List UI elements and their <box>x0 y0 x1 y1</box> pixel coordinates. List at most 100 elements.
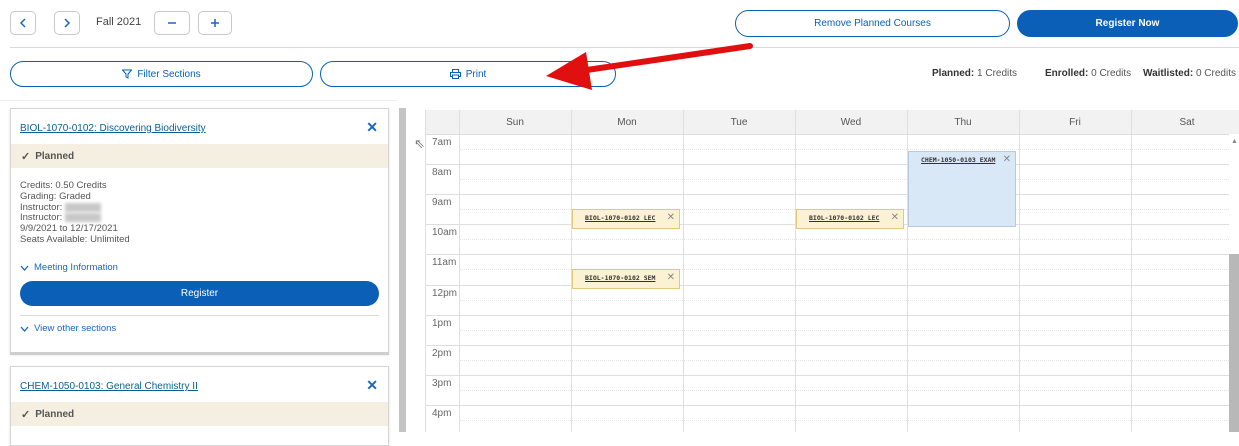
register-now-label: Register Now <box>1095 18 1160 29</box>
plus-icon <box>211 19 219 27</box>
half-hour-line <box>459 149 1229 150</box>
calendar-scrollbar[interactable] <box>1229 254 1239 432</box>
view-other-sections-label: View other sections <box>34 323 117 334</box>
card-divider <box>20 315 379 316</box>
next-term-button[interactable] <box>54 11 80 35</box>
grid-column-line <box>425 110 426 432</box>
printer-icon <box>449 69 461 79</box>
add-term-button[interactable] <box>198 11 232 35</box>
course-title-link[interactable]: BIOL-1070-0102: Discovering Biodiversity <box>20 123 206 134</box>
half-hour-line <box>459 239 1229 240</box>
hour-line <box>425 375 1229 376</box>
grid-column-line <box>1131 110 1132 432</box>
panel-scrollbar[interactable] <box>399 108 406 432</box>
print-label: Print <box>465 68 487 80</box>
event-label[interactable]: BIOL-1070-0102 LEC <box>585 214 655 222</box>
check-icon: ✓ <box>21 150 31 163</box>
close-icon[interactable]: ✕ <box>366 119 378 136</box>
half-hour-line <box>459 360 1229 361</box>
course-card-chem: CHEM-1050-0103: General Chemistry II ✕ ✓… <box>10 366 389 446</box>
check-icon: ✓ <box>21 408 31 421</box>
half-hour-line <box>459 390 1229 391</box>
remove-term-button[interactable] <box>154 11 190 35</box>
status-label: Planned <box>35 150 75 162</box>
event-label[interactable]: BIOL-1070-0102 SEM <box>585 274 655 282</box>
remove-event-icon[interactable]: ✕ <box>667 212 675 223</box>
time-label: 7am <box>432 137 452 148</box>
redacted-name <box>65 202 102 212</box>
half-hour-line <box>459 330 1229 331</box>
time-label: 3pm <box>432 378 452 389</box>
day-header-thu: Thu <box>954 116 972 128</box>
chevron-right-icon <box>64 18 71 28</box>
day-header-wed: Wed <box>840 116 862 128</box>
hour-line <box>425 254 1229 255</box>
chevron-down-icon <box>20 326 29 332</box>
hour-line <box>425 345 1229 346</box>
filter-icon <box>122 69 133 79</box>
cursor-pointer-icon: ⇖ <box>414 136 425 151</box>
calendar-event[interactable]: BIOL-1070-0102 LEC ✕ <box>572 209 680 229</box>
planned-credits: Planned: 1 Credits <box>932 68 1018 79</box>
redacted-name <box>65 213 102 223</box>
minus-icon <box>168 22 176 24</box>
hour-line <box>425 164 1229 165</box>
meeting-information-label: Meeting Information <box>34 262 118 273</box>
seats-text: Seats Available: Unlimited <box>20 234 130 246</box>
time-label: 10am <box>432 227 458 238</box>
register-now-button[interactable]: Register Now <box>1017 10 1238 37</box>
hour-line <box>425 285 1229 286</box>
meeting-information-toggle[interactable]: Meeting Information <box>20 262 118 273</box>
calendar-event[interactable]: BIOL-1070-0102 LEC ✕ <box>796 209 904 229</box>
waitlisted-credits: Waitlisted: 0 Credits <box>1143 68 1236 79</box>
time-label: 4pm <box>432 408 452 419</box>
remove-planned-courses-button[interactable]: Remove Planned Courses <box>735 10 1010 37</box>
day-header-fri: Fri <box>1069 116 1081 128</box>
status-badge: ✓ Planned <box>11 144 388 168</box>
remove-event-icon[interactable]: ✕ <box>1003 154 1011 165</box>
half-hour-line <box>459 300 1229 301</box>
grid-column-line <box>795 110 796 432</box>
card-shadow-divider <box>10 352 389 355</box>
term-label: Fall 2021 <box>96 16 142 28</box>
left-panel-scroll-track <box>0 100 397 101</box>
remove-event-icon[interactable]: ✕ <box>667 272 675 283</box>
event-label[interactable]: BIOL-1070-0102 LEC <box>809 214 879 222</box>
day-header-sat: Sat <box>1179 116 1195 128</box>
grid-column-line <box>1019 110 1020 432</box>
status-label: Planned <box>35 408 75 420</box>
event-label[interactable]: CHEM-1050-0103 EXAM <box>921 156 995 164</box>
register-label: Register <box>180 288 219 299</box>
prev-term-button[interactable] <box>10 11 36 35</box>
register-button[interactable]: Register <box>20 281 379 306</box>
hour-line <box>425 134 1229 135</box>
calendar-scroll-up-icon[interactable]: ▲ <box>1231 138 1238 145</box>
course-card-biol: BIOL-1070-0102: Discovering Biodiversity… <box>10 108 389 354</box>
grid-column-line <box>459 110 460 432</box>
course-title-link[interactable]: CHEM-1050-0103: General Chemistry II <box>20 381 198 392</box>
time-label: 8am <box>432 167 452 178</box>
day-header-tue: Tue <box>730 116 748 128</box>
hour-line <box>425 405 1229 406</box>
course-details: Credits: 0.50 Credits Grading: Graded In… <box>20 180 130 246</box>
calendar-event[interactable]: BIOL-1070-0102 SEM ✕ <box>572 269 680 289</box>
status-badge: ✓ Planned <box>11 402 388 426</box>
chevron-down-icon <box>20 265 29 271</box>
remove-event-icon[interactable]: ✕ <box>891 212 899 223</box>
day-header-sun: Sun <box>506 116 524 128</box>
calendar-event[interactable]: CHEM-1050-0103 EXAM ✕ <box>908 151 1016 227</box>
time-label: 9am <box>432 197 452 208</box>
chevron-left-icon <box>19 18 26 28</box>
view-other-sections-toggle[interactable]: View other sections <box>20 323 116 334</box>
enrolled-credits: Enrolled: 0 Credits <box>1045 68 1132 79</box>
time-label: 1pm <box>432 318 452 329</box>
time-label: 2pm <box>432 348 452 359</box>
remove-planned-label: Remove Planned Courses <box>814 18 931 29</box>
half-hour-line <box>459 179 1229 180</box>
hour-line <box>425 315 1229 316</box>
annotation-arrow-icon <box>546 43 753 90</box>
day-header-mon: Mon <box>617 116 637 128</box>
hour-line <box>425 194 1229 195</box>
filter-sections-button[interactable]: Filter Sections <box>10 61 313 87</box>
close-icon[interactable]: ✕ <box>366 377 378 394</box>
